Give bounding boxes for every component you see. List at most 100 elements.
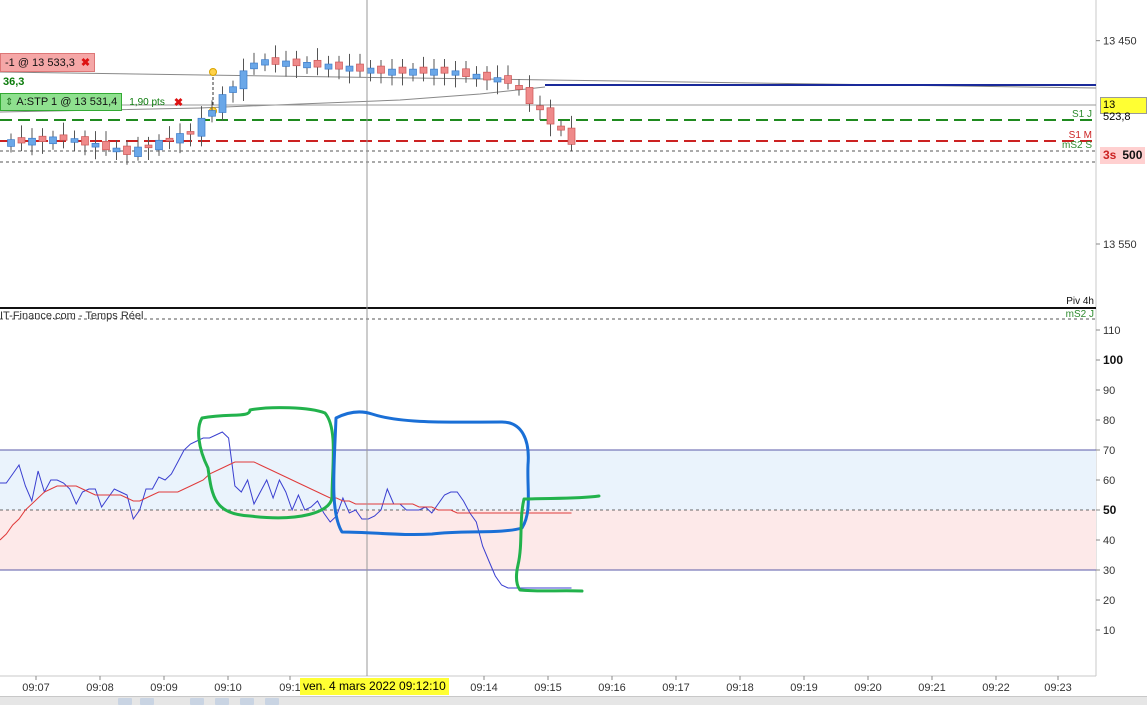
candle-body[interactable] <box>134 146 142 157</box>
oversold-zone <box>0 510 1096 570</box>
candle-body[interactable] <box>451 70 460 76</box>
candle-body[interactable] <box>49 136 57 145</box>
candle-body[interactable] <box>123 145 131 155</box>
candle-body[interactable] <box>345 65 354 72</box>
candle-body[interactable] <box>59 134 68 141</box>
time-tick-label: 09:14 <box>470 682 498 694</box>
candle-body[interactable] <box>17 137 26 144</box>
candle-body[interactable] <box>7 139 15 147</box>
candle-body[interactable] <box>419 66 428 74</box>
limit-order-ticket[interactable]: -1 @ 13 533,3 ✖ <box>0 53 96 72</box>
candle-body[interactable] <box>186 131 195 135</box>
candle-body[interactable] <box>208 110 216 117</box>
candle-body[interactable] <box>81 136 89 146</box>
price-tick-label: 13 450 <box>1103 36 1137 48</box>
candle-body[interactable] <box>250 62 258 70</box>
rsi-axis[interactable]: 110 100 90 80 70 60 50 40 30 20 10 <box>1096 325 1123 637</box>
time-tick-label: 09:19 <box>790 682 818 694</box>
candle-body[interactable] <box>335 61 343 70</box>
candle-body[interactable] <box>440 66 449 74</box>
time-tick-label: 09:22 <box>982 682 1010 694</box>
close-order-icon[interactable]: ✖ <box>81 56 90 69</box>
candle-body[interactable] <box>144 144 153 149</box>
time-tick-label: 09:07 <box>22 682 50 694</box>
candle-body[interactable] <box>483 71 491 81</box>
candle-body[interactable] <box>377 65 385 74</box>
candle-body[interactable] <box>504 75 512 84</box>
candle-body[interactable] <box>38 135 47 143</box>
candle-body[interactable] <box>313 59 322 68</box>
stop-order-ticket[interactable]: ⇕ A:STP 1 @ 13 531,4 1,90 pts ✖ <box>0 92 183 112</box>
candle-body[interactable] <box>176 133 184 144</box>
candle-body[interactable] <box>546 107 555 125</box>
cursor-date-label: ven. 4 mars 2022 09:12:10 <box>300 678 449 695</box>
candle-body[interactable] <box>303 62 311 69</box>
time-tick-label: 09:17 <box>662 682 690 694</box>
close-stop-icon[interactable]: ✖ <box>174 96 183 109</box>
candle-body[interactable] <box>409 68 417 76</box>
stop-order-label: A:STP 1 @ 13 531,4 <box>16 96 118 108</box>
candle-body[interactable] <box>398 66 407 74</box>
candle-body[interactable] <box>218 94 227 113</box>
candle-body[interactable] <box>70 138 79 143</box>
time-tick-label: 09:10 <box>214 682 242 694</box>
price-tick-label: 13 550 <box>1103 239 1137 251</box>
candle-body[interactable] <box>155 139 163 151</box>
timer-label: 3s <box>1103 148 1117 162</box>
candle-body[interactable] <box>388 68 396 76</box>
time-axis[interactable]: 09:07 09:08 09:09 09:10 09:1 09:14 09:15 09:16 0… <box>22 676 1072 694</box>
drag-handle-icon[interactable]: ⇕ <box>5 97 13 108</box>
current-price-tag: 13 523,8 <box>1100 97 1147 123</box>
candle-body[interactable] <box>229 86 237 93</box>
candle-body[interactable] <box>102 140 110 151</box>
rsi-tick-label: 20 <box>1103 595 1115 607</box>
candle-body[interactable] <box>282 60 290 67</box>
candle-body[interactable] <box>536 105 544 111</box>
stop-order-main[interactable]: ⇕ A:STP 1 @ 13 531,4 <box>0 93 123 111</box>
price-axis[interactable]: 13 550 13 450 <box>1096 36 1137 251</box>
level-label-ms2-week: mS2 S <box>1062 140 1092 151</box>
rsi-tick-label: 100 <box>1103 353 1123 367</box>
rsi-tick-label: 90 <box>1103 385 1115 397</box>
candle-body[interactable] <box>493 77 502 83</box>
level-label-piv-4h: Piv 4h <box>1066 296 1094 307</box>
candle-body[interactable] <box>366 67 375 74</box>
candle-body[interactable] <box>324 63 333 70</box>
rsi-tick-label: 30 <box>1103 565 1115 577</box>
rsi-tick-label: 80 <box>1103 415 1115 427</box>
candle-body[interactable] <box>557 125 565 131</box>
candle-body[interactable] <box>112 147 121 153</box>
candle-body[interactable] <box>28 137 36 146</box>
time-tick-label: 09:21 <box>918 682 946 694</box>
position-pnl-badge: 36,3 <box>0 75 28 91</box>
candle-body[interactable] <box>462 68 470 77</box>
candle-body[interactable] <box>292 58 301 67</box>
rsi-tick-label: 10 <box>1103 625 1115 637</box>
time-tick-label: 09:08 <box>86 682 114 694</box>
time-tick-label: 09:20 <box>854 682 882 694</box>
candle-body[interactable] <box>472 73 481 79</box>
candle-body[interactable] <box>271 57 280 65</box>
rsi-tick-label: 50 <box>1103 503 1117 517</box>
candle-body[interactable] <box>430 68 438 76</box>
candle-body[interactable] <box>525 87 534 105</box>
level-label-s1-day: S1 J <box>1072 109 1092 120</box>
candle-body[interactable] <box>91 143 100 148</box>
rsi-tick-label: 60 <box>1103 475 1115 487</box>
candle-body[interactable] <box>567 127 576 145</box>
candle-body[interactable] <box>515 85 523 90</box>
candle-body[interactable] <box>197 117 206 137</box>
data-source-label: IT-Finance.com - Temps Réel <box>0 310 144 322</box>
level-label-ms2-day: mS2 J <box>1066 309 1094 320</box>
rsi-tick-label: 40 <box>1103 535 1115 547</box>
order-handle-top[interactable] <box>209 68 217 76</box>
time-tick-label: 09:15 <box>534 682 562 694</box>
time-tick-label: 09:09 <box>150 682 178 694</box>
candle-body[interactable] <box>261 59 269 66</box>
time-tick-label: 09:16 <box>598 682 626 694</box>
candle-body[interactable] <box>239 70 248 90</box>
candle-body[interactable] <box>165 137 174 142</box>
rsi-tick-label: 70 <box>1103 445 1115 457</box>
time-tick-label: 09:1 <box>279 682 300 694</box>
candle-body[interactable] <box>356 63 364 72</box>
